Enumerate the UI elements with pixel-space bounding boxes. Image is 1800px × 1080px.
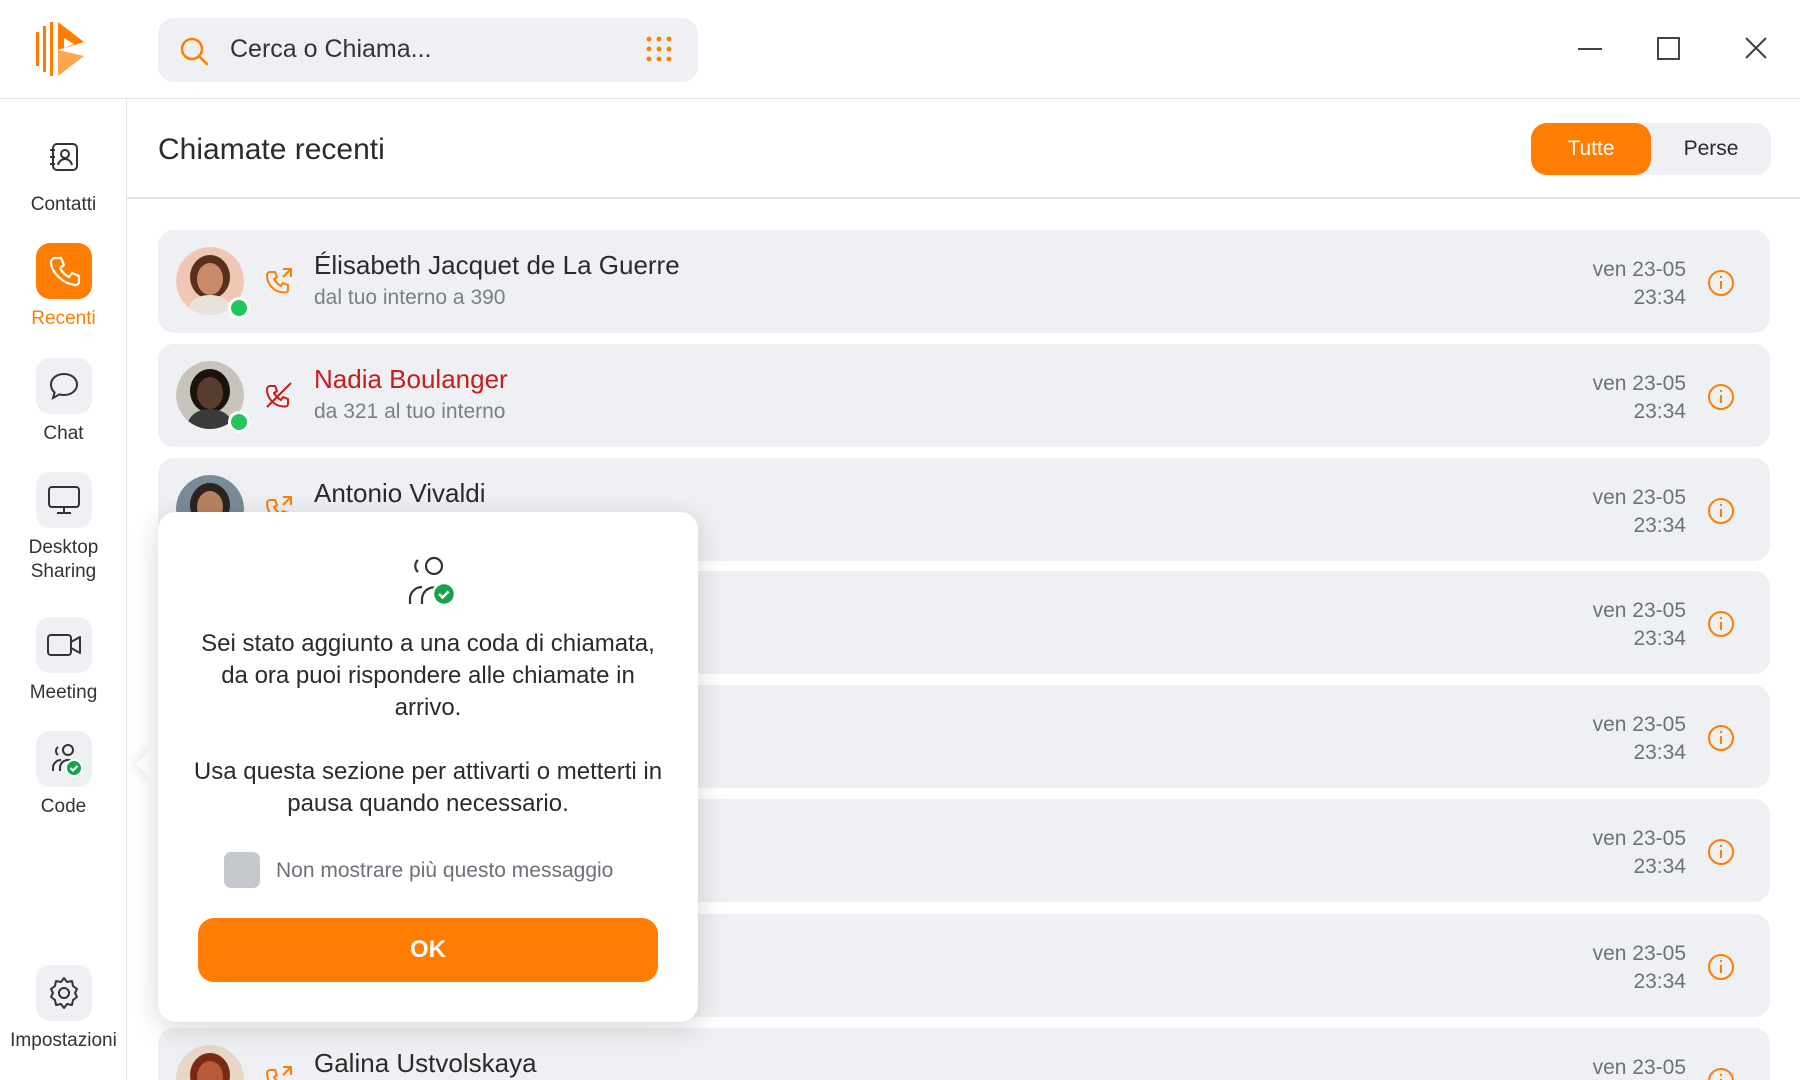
page-title: Chiamate recenti (158, 133, 385, 166)
monitor-icon (35, 472, 92, 528)
call-timestamp: ven 23-05 23:34 (1593, 940, 1686, 996)
sidebar-item-label: Meeting (29, 682, 98, 703)
popover-message-secondary: Usa questa sezione per attivarti o mette… (193, 758, 663, 817)
app-logo (34, 20, 92, 78)
sidebar-item-contatti[interactable]: Contatti (0, 129, 127, 217)
sidebar-item-recenti[interactable]: Recenti (0, 243, 127, 331)
search-bar[interactable]: Cerca o Chiama... (158, 18, 698, 82)
filter-all-button[interactable]: Tutte (1531, 123, 1651, 175)
info-icon[interactable] (1706, 268, 1736, 298)
call-date: ven 23-05 (1592, 1056, 1686, 1079)
queue-onboarding-popover: Sei stato aggiunto a una coda di chiamat… (158, 512, 698, 1022)
close-button[interactable] (1736, 28, 1776, 68)
search-icon (178, 35, 210, 67)
sidebar-item-code[interactable]: Code (0, 731, 127, 819)
info-icon[interactable] (1706, 609, 1736, 639)
call-time: 23:34 (1633, 514, 1686, 537)
call-time: 23:34 (1633, 741, 1686, 764)
avatar (176, 1045, 246, 1080)
call-time: 23:34 (1633, 400, 1686, 423)
dialpad-icon[interactable] (644, 35, 674, 65)
sidebar-item-label: Recenti (31, 308, 96, 329)
chat-bubble-icon (35, 358, 92, 414)
sidebar-item-label: Impostazioni (10, 1030, 117, 1051)
outgoing-call-icon (264, 266, 294, 296)
sidebar-item-label: Code (40, 796, 87, 817)
call-date: ven 23-05 (1592, 827, 1686, 850)
avatar (176, 247, 250, 319)
info-icon[interactable] (1706, 723, 1736, 753)
ok-button[interactable]: OK (198, 918, 658, 982)
sidebar-item-chat[interactable]: Chat (0, 358, 127, 446)
sidebar-item-meeting[interactable]: Meeting (0, 617, 127, 705)
contact-name: Galina Ustvolskaya (314, 1048, 537, 1078)
contact-name: Nadia Boulanger (314, 364, 508, 394)
info-icon[interactable] (1706, 952, 1736, 982)
info-icon[interactable] (1706, 382, 1736, 412)
queue-users-icon (35, 731, 92, 787)
sidebar-item-label: Contatti (30, 194, 97, 215)
gear-icon (35, 965, 92, 1021)
queue-users-icon (398, 552, 458, 608)
phone-icon (35, 243, 92, 299)
call-timestamp: ven 23-05 23:34 (1593, 370, 1686, 426)
call-time: 23:34 (1633, 627, 1686, 650)
call-date: ven 23-05 (1592, 599, 1686, 622)
call-timestamp: ven 23-05 23:34 (1593, 256, 1686, 312)
call-timestamp: ven 23-05 23:34 (1593, 597, 1686, 653)
outgoing-call-icon (264, 1064, 294, 1080)
online-status-dot (228, 297, 250, 319)
call-time: 23:34 (1633, 286, 1686, 309)
call-timestamp: ven 23-05 23:34 (1593, 825, 1686, 881)
call-timestamp: ven 23-05 (1593, 1054, 1686, 1080)
filter-missed-button[interactable]: Perse (1651, 123, 1771, 175)
call-row[interactable]: Nadia Boulanger da 321 al tuo interno ven… (158, 344, 1770, 447)
missed-call-icon (264, 380, 294, 410)
search-input[interactable]: Cerca o Chiama... (230, 35, 431, 64)
call-detail: da 321 al tuo interno (314, 400, 506, 423)
info-icon[interactable] (1706, 1066, 1736, 1080)
call-row[interactable]: Galina Ustvolskaya ven 23-05 (158, 1028, 1770, 1080)
sidebar: Contatti Recenti Chat Desktop Sharing Me… (0, 99, 127, 1080)
sidebar-item-label: Chat (43, 423, 84, 444)
sidebar-item-desktop-sharing[interactable]: Desktop Sharing (0, 472, 127, 584)
popover-message: Sei stato aggiunto a una coda di chiamat… (201, 630, 655, 721)
dont-show-again-label[interactable]: Non mostrare più questo messaggio (276, 859, 613, 883)
filter-toggle: Tutte Perse (1531, 123, 1771, 175)
call-date: ven 23-05 (1592, 486, 1686, 509)
call-date: ven 23-05 (1592, 713, 1686, 736)
call-row[interactable]: Élisabeth Jacquet de La Guerre dal tuo in… (158, 230, 1770, 333)
sidebar-item-impostazioni[interactable]: Impostazioni (0, 965, 127, 1053)
contact-name: Antonio Vivaldi (314, 478, 486, 508)
info-icon[interactable] (1706, 496, 1736, 526)
dont-show-again-checkbox[interactable] (224, 852, 260, 888)
call-date: ven 23-05 (1592, 942, 1686, 965)
call-date: ven 23-05 (1592, 258, 1686, 281)
online-status-dot (228, 411, 250, 433)
title-bar: Cerca o Chiama... (0, 0, 1800, 99)
minimize-button[interactable] (1570, 28, 1610, 68)
video-camera-icon (35, 617, 92, 673)
call-date: ven 23-05 (1592, 372, 1686, 395)
call-timestamp: ven 23-05 23:34 (1593, 711, 1686, 767)
call-time: 23:34 (1633, 970, 1686, 993)
sidebar-item-label: Desktop Sharing (28, 537, 99, 582)
page-header: Chiamate recenti Tutte Perse (127, 99, 1800, 199)
avatar (176, 361, 250, 433)
contacts-icon (36, 129, 92, 185)
maximize-button[interactable] (1648, 28, 1688, 68)
call-detail: dal tuo interno a 390 (314, 286, 506, 309)
call-timestamp: ven 23-05 23:34 (1593, 484, 1686, 540)
info-icon[interactable] (1706, 837, 1736, 867)
call-time: 23:34 (1633, 855, 1686, 878)
contact-name: Élisabeth Jacquet de La Guerre (314, 250, 680, 280)
